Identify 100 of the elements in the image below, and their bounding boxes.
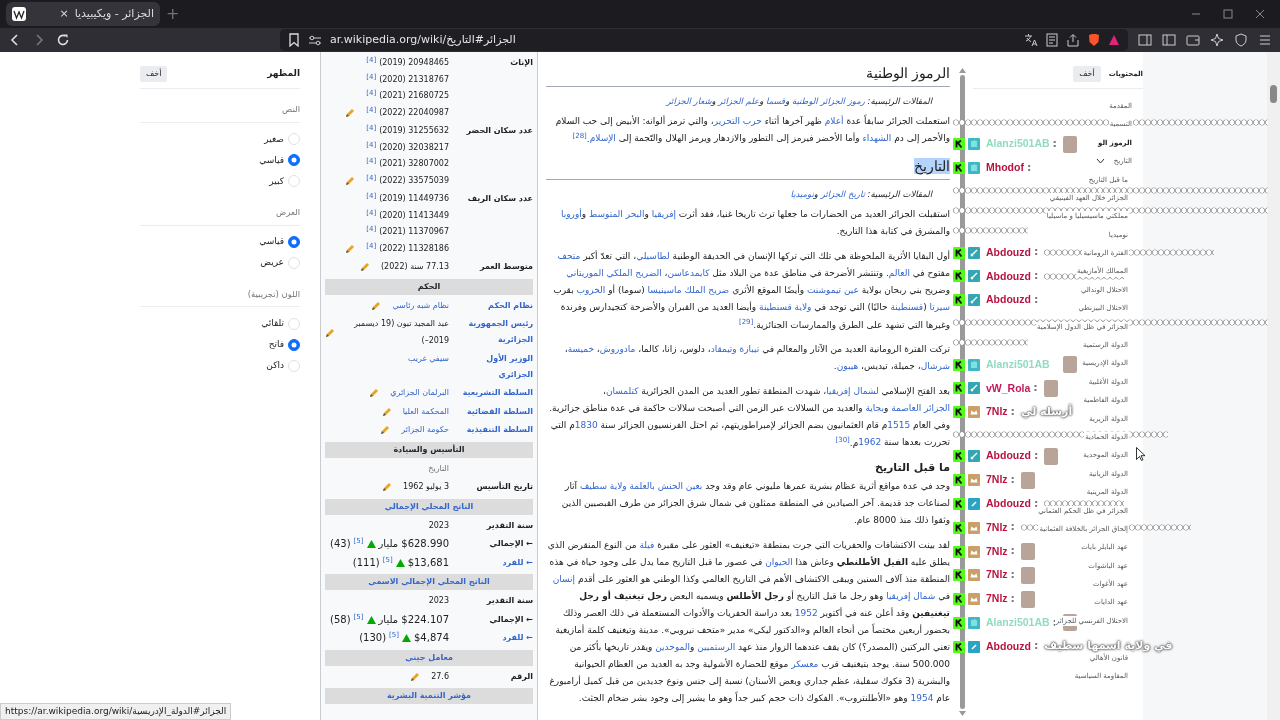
chat-username[interactable]: Mhodof [986, 160, 1024, 176]
radio-button[interactable] [288, 154, 300, 167]
text-link[interactable]: لشمال إفريقيا [826, 386, 879, 396]
pencil-icon[interactable] [382, 482, 393, 493]
value-link[interactable]: المحكمة العليا [402, 403, 449, 420]
text-link[interactable]: إفريقيا [651, 209, 676, 219]
text-link[interactable]: إنسان [552, 574, 576, 584]
chat-username[interactable]: 7Nlz [986, 519, 1008, 536]
triangle-icon[interactable] [1108, 34, 1120, 46]
text-link[interactable]: الشهداء [862, 133, 892, 143]
chat-username[interactable]: 7Nlz [986, 472, 1008, 488]
text-link[interactable]: رموز الجزائر الوطنية [791, 96, 865, 106]
reader-icon[interactable] [1046, 33, 1058, 47]
text-link[interactable]: علم الجزائر [718, 96, 760, 106]
field-label-link[interactable]: نظام الحكم [453, 297, 533, 314]
tab-close-button[interactable]: × [59, 5, 69, 23]
share-icon[interactable] [1066, 33, 1080, 47]
chat-username[interactable]: 7Nlz [986, 543, 1008, 560]
chat-username[interactable]: Abdouzd [986, 268, 1031, 285]
value-link[interactable]: البرلمان الجزائري [390, 385, 449, 402]
menu-icon[interactable] [1258, 33, 1272, 47]
chat-username[interactable]: 7Nlz [986, 591, 1008, 607]
chat-username[interactable]: Abdouzd [986, 244, 1031, 261]
shield-icon[interactable] [1234, 33, 1248, 47]
text-link[interactable]: أوروبا [560, 209, 582, 219]
text-link[interactable]: 1515 [887, 420, 911, 430]
panel-icon[interactable] [1162, 33, 1176, 47]
text-link[interactable]: الحيوان [765, 557, 793, 567]
pencil-icon[interactable] [410, 671, 421, 682]
field-label-link[interactable]: رئيس الجمهورية الجزائرية [453, 316, 533, 348]
text-link[interactable]: شمال إفريقيا [886, 591, 936, 601]
value-link[interactable]: سيفي غريب [407, 351, 449, 368]
radio-button[interactable] [288, 236, 300, 248]
close-icon[interactable] [1254, 8, 1266, 20]
text-link[interactable]: الموحدين [655, 642, 690, 652]
text-link[interactable]: كايمدعاسن [667, 268, 710, 278]
text-link[interactable]: الجزائر العاصمة [891, 403, 950, 413]
scroll-up-icon[interactable] [959, 68, 966, 73]
text-link[interactable]: 1830 [574, 420, 598, 430]
text-link[interactable]: ضريح الملك ماسينيسا [647, 285, 730, 295]
hide-button[interactable]: أخف [140, 66, 168, 82]
text-link[interactable]: متحف [557, 251, 581, 261]
pencil-icon[interactable] [325, 327, 335, 338]
browser-tab[interactable]: × الجزائر - ويكيبيديا [6, 2, 160, 26]
scrollbar-thumb[interactable] [1270, 85, 1277, 103]
pencil-icon[interactable] [381, 406, 392, 417]
text-link[interactable]: حرب التحرير [713, 116, 762, 126]
text-link[interactable]: الخروب [576, 285, 606, 295]
chat-username[interactable]: Abdouzd [986, 496, 1031, 512]
section-header-link[interactable]: مؤشر التنمية البشرية [325, 688, 533, 704]
pencil-icon[interactable] [345, 175, 356, 186]
text-link[interactable]: 1962 [858, 437, 882, 447]
field-label-link[interactable]: ← للفرد [453, 630, 533, 646]
text-link[interactable]: البحر المتوسط [588, 209, 645, 219]
text-link[interactable]: ولاية سطيف [580, 481, 627, 491]
text-link[interactable]: سيرتا [929, 302, 950, 312]
url-field[interactable]: ar.wikipedia.org/wiki/الجزائر#التاريخ [330, 31, 516, 49]
maximize-icon[interactable] [1222, 8, 1234, 20]
value-link[interactable]: حكومة الجزائر [401, 422, 449, 439]
text-link[interactable]: بعين الحنش [657, 481, 703, 491]
chat-username[interactable]: 7Nlz [986, 567, 1008, 584]
field-label-link[interactable]: السلطة القضائية [453, 403, 533, 420]
chat-username[interactable]: Abdouzd [986, 448, 1031, 465]
translate-icon[interactable] [1024, 33, 1038, 47]
bookmark-icon[interactable] [288, 33, 300, 47]
pencil-icon[interactable] [371, 300, 382, 311]
text-link[interactable]: شعار الجزائر [666, 96, 712, 106]
text-link[interactable]: لطاسيلي [636, 251, 670, 261]
field-label-link[interactable]: السلطة التنفيذية [453, 422, 533, 438]
text-link[interactable]: بجاية [865, 403, 884, 413]
section-header-link[interactable]: معامل جيني [325, 649, 533, 666]
section-header-link[interactable]: الناتج المحلي الإجمالي الاسمي [325, 574, 533, 590]
section-header-link[interactable]: الناتج المحلي الإجمالي [325, 498, 533, 515]
pencil-icon[interactable] [345, 243, 356, 254]
text-link[interactable]: تاريخ الجزائر [820, 189, 865, 199]
chat-username[interactable]: vW_Rola [986, 380, 1031, 397]
text-link[interactable]: نوميديا [790, 189, 814, 199]
chat-username[interactable]: 7Nlz [986, 404, 1008, 421]
chat-username[interactable]: Abdouzd [986, 638, 1031, 655]
pencil-icon[interactable] [360, 262, 370, 273]
page-scrollbar[interactable] [1267, 52, 1280, 720]
hide-button[interactable]: أخف [1073, 66, 1101, 82]
text-link[interactable]: أعلام [824, 116, 844, 126]
pencil-icon[interactable] [369, 388, 380, 399]
sparkle-icon[interactable] [1210, 33, 1224, 47]
field-label-link[interactable]: الوزير الأول الجزائري [453, 351, 533, 383]
reload-icon[interactable] [56, 33, 70, 47]
text-link[interactable]: معسكر [791, 659, 819, 669]
pencil-icon[interactable] [345, 107, 356, 118]
wallet-icon[interactable] [1186, 33, 1200, 47]
field-label-link[interactable]: السلطة التشريعية [453, 385, 533, 401]
value-link[interactable]: نظام شبه رئاسي [392, 297, 449, 314]
scroll-down-icon[interactable] [959, 711, 966, 716]
site-settings-icon[interactable] [308, 34, 322, 46]
text-link[interactable]: 1952 [794, 608, 818, 618]
sidebar-icon[interactable] [1138, 33, 1152, 47]
chevron-icon[interactable] [1095, 158, 1105, 165]
text-link[interactable]: الرستميين [697, 642, 736, 652]
text-link[interactable]: فيلة [639, 540, 655, 550]
new-tab-button[interactable]: + [166, 2, 180, 26]
